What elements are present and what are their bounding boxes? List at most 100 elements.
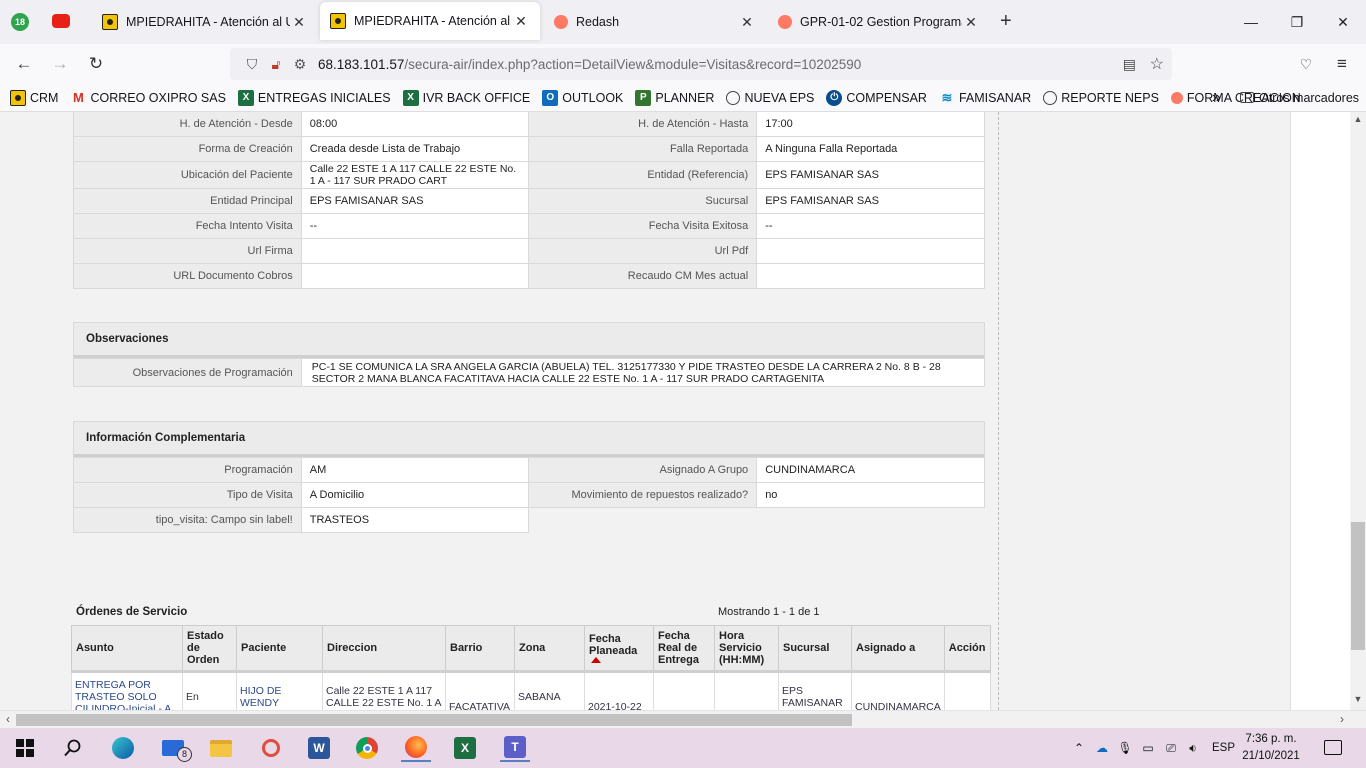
horizontal-scroll-thumb[interactable] [16, 714, 852, 726]
col-asunto[interactable]: Asunto [71, 625, 183, 673]
col-accion[interactable]: Acción [943, 625, 991, 673]
col-paciente[interactable]: Paciente [236, 625, 323, 673]
close-tab-icon[interactable]: ✕ [512, 13, 530, 30]
reload-button[interactable]: ↻ [78, 48, 114, 80]
menu-icon[interactable]: ≡ [1324, 48, 1360, 80]
cell-paciente[interactable]: HIJO DE WENDY [236, 671, 323, 710]
word-icon[interactable]: W [304, 734, 334, 762]
firefox-icon[interactable] [401, 734, 431, 762]
cell-fecha-planeada: 2021-10-22 [584, 671, 654, 710]
redash-icon [778, 15, 792, 29]
bookmarks-bar: CRM M CORREO OXIPRO SAS X ENTREGAS INICIAL… [0, 84, 1366, 112]
youtube-extension-icon[interactable] [52, 14, 70, 28]
gmail-icon: M [73, 90, 84, 105]
close-tab-icon[interactable]: ✕ [738, 14, 756, 31]
back-button[interactable]: ← [6, 48, 42, 80]
cell-estado: En [182, 671, 237, 710]
url-path: /secura-air/index.php?action=DetailView&… [404, 56, 862, 72]
col-zona[interactable]: Zona [514, 625, 585, 673]
file-explorer-icon[interactable] [206, 734, 236, 762]
col-asignado[interactable]: Asignado a [851, 625, 945, 673]
permissions-icon[interactable]: ⚙︎ [288, 56, 312, 73]
reader-view-icon[interactable]: ▤ [1123, 56, 1136, 73]
tab-mpiedrahita-1[interactable]: MPIEDRAHITA - Atención al Usuario ✕ [92, 0, 318, 44]
observaciones-table: Observaciones de Programación PC-1 SE CO… [73, 358, 986, 387]
horizontal-scrollbar[interactable]: ‹ › [0, 710, 1366, 728]
scroll-down-icon[interactable]: ▼ [1350, 694, 1366, 708]
address-bar[interactable]: ⛉ 🔓︎ ⚙︎ 68.183.101.57/secura-air/index.p… [230, 48, 1172, 80]
bookmark-reporte-neps[interactable]: REPORTE NEPS [1043, 90, 1159, 105]
bookmark-planner[interactable]: P PLANNER [635, 89, 714, 106]
shield-icon[interactable]: ⛉ [240, 56, 264, 73]
insecure-lock-icon[interactable]: 🔓︎ [264, 56, 288, 73]
notifications-icon[interactable] [1324, 740, 1342, 755]
microphone-icon[interactable]: 🎙︎ [1114, 741, 1136, 755]
folder-icon [1240, 92, 1254, 103]
mail-icon[interactable]: 8 [158, 734, 192, 762]
planner-icon: P [635, 89, 652, 106]
bookmark-compensar[interactable]: ⏻ COMPENSAR [826, 89, 927, 106]
language-indicator[interactable]: ESP [1212, 742, 1235, 754]
close-window-button[interactable]: ✕ [1320, 0, 1366, 44]
new-tab-button[interactable]: + [1000, 10, 1012, 33]
snipping-tool-icon[interactable] [256, 734, 286, 762]
col-barrio[interactable]: Barrio [445, 625, 515, 673]
cell-direccion: Calle 22 ESTE 1 A 117 CALLE 22 ESTE No. … [322, 671, 446, 710]
scroll-up-icon[interactable]: ▲ [1350, 114, 1366, 128]
tab-gpr[interactable]: GPR-01-02 Gestion Programacion ✕ [768, 0, 990, 44]
other-bookmarks[interactable]: Otros marcadores [1240, 91, 1359, 105]
search-icon[interactable] [58, 734, 88, 762]
clock[interactable]: 7:36 p. m. 21/10/2021 [1240, 731, 1302, 765]
pocket-icon[interactable]: ♡ [1288, 48, 1324, 80]
col-fecha-planeada[interactable]: Fecha Planeada [584, 625, 654, 673]
bookmark-nueva-eps[interactable]: NUEVA EPS [726, 90, 814, 105]
teams-icon[interactable]: T [500, 734, 530, 762]
bookmark-crm[interactable]: CRM [10, 89, 58, 106]
windows-start-icon[interactable] [10, 734, 40, 762]
more-bookmarks-button[interactable]: » [1212, 89, 1221, 107]
system-tray: ⌃ ☁ 🎙︎ ▭ ⎚ 🔉︎ ESP [1068, 728, 1235, 768]
detail-row: H. de Atención - Desde 08:00 H. de Atenc… [73, 112, 985, 137]
cell-zona: SABANA [514, 671, 585, 710]
bookmark-famisanar[interactable]: ≋ FAMISANAR [939, 89, 1032, 106]
chrome-icon[interactable] [352, 734, 382, 762]
table-row[interactable]: ENTREGA POR TRASTEO SOLO CILINDRO-Inicia… [71, 671, 991, 710]
col-fecha-real[interactable]: Fecha Real de Entrega [653, 625, 715, 673]
forward-button[interactable]: → [42, 48, 78, 80]
detail-row: Programación AM Asignado A Grupo CUNDINA… [73, 457, 985, 483]
bookmark-entregas[interactable]: X ENTREGAS INICIALES [237, 89, 391, 106]
col-direccion[interactable]: Direccion [322, 625, 446, 673]
scroll-left-icon[interactable]: ‹ [0, 712, 16, 726]
vertical-scroll-thumb[interactable] [1351, 522, 1365, 650]
edge-icon[interactable] [108, 734, 138, 762]
navigation-bar: ← → ↻ ⛉ 🔓︎ ⚙︎ 68.183.101.57/secura-air/i… [0, 44, 1366, 84]
network-icon[interactable]: ⎚ [1160, 741, 1182, 756]
cell-asunto[interactable]: ENTREGA POR TRASTEO SOLO CILINDRO-Inicia… [71, 671, 183, 710]
excel-taskbar-icon[interactable]: X [450, 734, 480, 762]
col-hora-servicio[interactable]: Hora Servicio (HH:MM) [714, 625, 779, 673]
col-estado[interactable]: Estado de Orden [182, 625, 237, 673]
restore-button[interactable]: ❐ [1274, 0, 1320, 44]
profile-badge[interactable]: 18 [11, 13, 29, 31]
bookmark-star-icon[interactable]: ☆ [1150, 54, 1164, 74]
sort-asc-icon [591, 657, 601, 663]
cell-accion[interactable] [943, 671, 991, 710]
col-sucursal[interactable]: Sucursal [778, 625, 852, 673]
scroll-right-icon[interactable]: › [1334, 712, 1350, 726]
bookmark-outlook[interactable]: O OUTLOOK [542, 89, 623, 106]
volume-icon[interactable]: 🔉︎ [1182, 741, 1204, 756]
bookmark-ivr[interactable]: X IVR BACK OFFICE [402, 89, 530, 106]
close-tab-icon[interactable]: ✕ [290, 14, 308, 31]
bookmark-correo[interactable]: M CORREO OXIPRO SAS [70, 90, 226, 106]
vertical-scrollbar[interactable]: ▲ ▼ [1350, 112, 1366, 710]
globe-icon [726, 90, 741, 105]
battery-icon[interactable]: ▭ [1136, 741, 1160, 755]
close-tab-icon[interactable]: ✕ [962, 14, 980, 31]
section-observaciones: Observaciones [73, 322, 985, 358]
onedrive-icon[interactable]: ☁ [1090, 741, 1114, 755]
famisanar-icon: ≋ [941, 89, 953, 105]
tab-mpiedrahita-2[interactable]: MPIEDRAHITA - Atención al Usuario ✕ [320, 2, 540, 40]
minimize-button[interactable]: — [1228, 0, 1274, 44]
tab-redash[interactable]: Redash ✕ [544, 0, 766, 44]
chevron-up-icon[interactable]: ⌃ [1068, 741, 1090, 755]
